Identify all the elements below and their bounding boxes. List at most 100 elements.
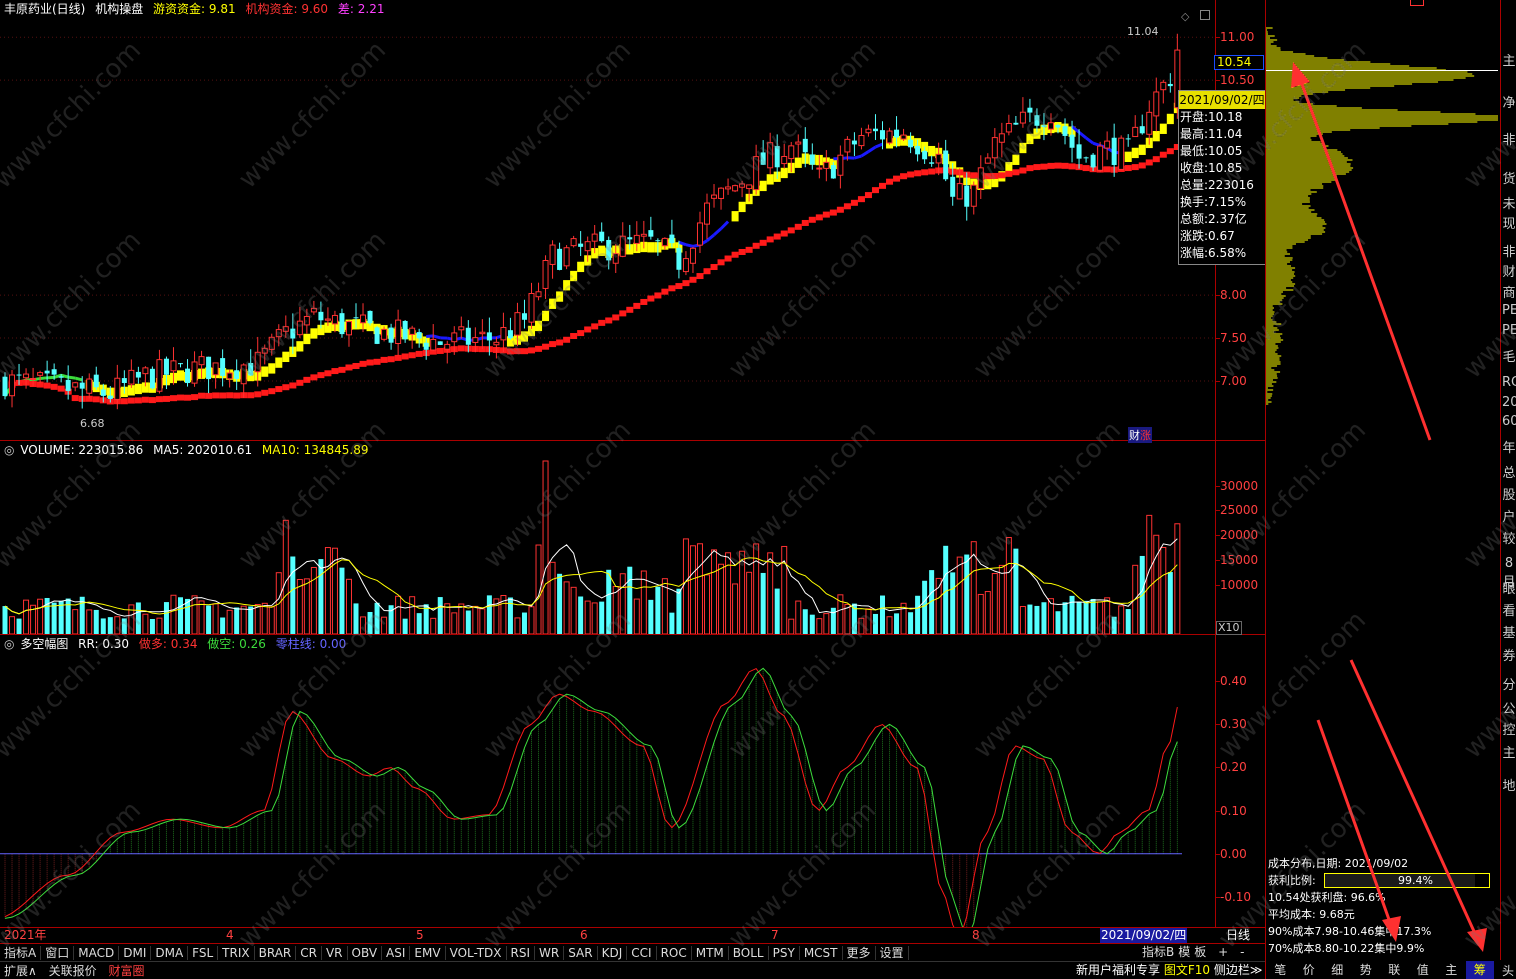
osc-tick-label: 0.00 <box>1220 846 1247 861</box>
indicator-tab[interactable]: BOLL <box>728 946 769 960</box>
price-panel[interactable]: 丰原药业(日线) 机构操盘 游资资金: 9.81 机构资金: 9.60 差: 2… <box>0 0 1265 443</box>
status-related[interactable]: 关联报价 <box>45 964 101 978</box>
indicator-tab[interactable]: 更多 <box>842 946 876 960</box>
indicator-tab[interactable]: VR <box>321 946 348 960</box>
candle-body <box>535 291 542 298</box>
trend-band-step <box>780 167 788 179</box>
price-title: 丰原药业(日线) 机构操盘 游资资金: 9.81 机构资金: 9.60 差: 2… <box>4 2 390 16</box>
indicator-tab[interactable]: OBV <box>347 946 383 960</box>
indicator-tab[interactable]: 窗口 <box>41 946 75 960</box>
inst-line-step <box>1152 156 1160 163</box>
vol-ma10: MA10: 134845.89 <box>261 443 369 457</box>
candle-body <box>655 240 661 242</box>
indicator-tab[interactable]: KDJ <box>597 946 628 960</box>
indicator-tab[interactable]: VOL-TDX <box>445 946 507 960</box>
indicator-tab[interactable]: 指标A <box>0 946 42 960</box>
candle-body <box>240 364 247 385</box>
trend-band-step <box>549 298 557 309</box>
indicator-tab[interactable]: DMI <box>119 946 152 960</box>
indicator-tab[interactable]: PSY <box>768 946 800 960</box>
candle-body <box>599 231 605 242</box>
status-wealth[interactable]: 财富圈 <box>104 964 148 978</box>
osc-chart[interactable] <box>0 651 1215 927</box>
inst-line-step <box>843 203 851 210</box>
template-tab-2[interactable]: 板 <box>1192 945 1208 959</box>
right-tab[interactable]: 值 <box>1409 961 1438 979</box>
volume-bar <box>185 598 191 634</box>
collapse-icon[interactable]: ◎ <box>4 637 14 651</box>
indicator-tab[interactable]: ASI <box>382 946 411 960</box>
indicator-tab[interactable]: RSI <box>506 946 536 960</box>
right-tab[interactable]: 细 <box>1323 961 1352 979</box>
indicator-name: 机构操盘 <box>95 2 144 16</box>
inst-line-step <box>303 376 311 383</box>
indicator-tab[interactable]: 设置 <box>875 946 909 960</box>
candle-body <box>633 234 640 244</box>
trend-band-line <box>67 375 76 380</box>
osc-panel[interactable]: ◎ 多空幅图 RR: 0.30 做多: 0.34 做空: 0.26 零柱线: 0… <box>0 635 1265 928</box>
volume-panel[interactable]: ◎ VOLUME: 223015.86 MA5: 202010.61 MA10:… <box>0 441 1265 635</box>
trend-band-step <box>1159 123 1167 134</box>
indicator-tab[interactable]: CCI <box>627 946 657 960</box>
right-tab[interactable]: 笔 <box>1266 961 1295 979</box>
volume-tick-label: 25000 <box>1220 503 1259 518</box>
indicator-tab[interactable]: MACD <box>74 946 120 960</box>
volume-chart[interactable] <box>0 457 1215 634</box>
volume-title: ◎ VOLUME: 223015.86 MA5: 202010.61 MA10:… <box>4 443 375 457</box>
candle-body <box>760 152 766 165</box>
right-tab[interactable]: 筹 <box>1465 961 1494 979</box>
volume-bar <box>549 561 556 634</box>
template-tab-1[interactable]: 模 <box>1176 945 1192 959</box>
right-tab[interactable]: 价 <box>1295 961 1324 979</box>
indicator-tab[interactable]: WR <box>535 946 565 960</box>
indicator-tab[interactable]: FSL <box>188 946 219 960</box>
inst-line-step <box>289 382 297 389</box>
trend-band-step <box>1019 142 1027 154</box>
candle-body <box>303 315 310 326</box>
indicator-tab[interactable]: EMV <box>410 946 446 960</box>
price-tick-label: 10.50 <box>1220 73 1255 88</box>
status-expand[interactable]: 扩展∧ <box>0 964 41 978</box>
indicator-tab[interactable]: TRIX <box>218 946 255 960</box>
right-tab[interactable]: 联 <box>1380 961 1409 979</box>
candle-body <box>781 155 788 165</box>
candle-body <box>23 373 30 379</box>
volume-bar <box>718 563 725 634</box>
inst-line-step <box>633 302 641 309</box>
indicator-tab[interactable]: SAR <box>564 946 598 960</box>
minus-button[interactable]: - <box>1234 945 1250 959</box>
right-tab[interactable]: 主 <box>1437 961 1466 979</box>
volume-bar <box>65 598 71 634</box>
inst-line-step <box>717 259 725 266</box>
right-tab[interactable]: 势 <box>1352 961 1381 979</box>
sidebar-toggle[interactable]: 侧边栏≫ <box>1214 963 1263 977</box>
indicator-tab[interactable]: ROC <box>656 946 692 960</box>
date-unit[interactable]: 日线 <box>1226 928 1250 943</box>
indicator-tab[interactable]: CR <box>296 946 322 960</box>
collapse-icon[interactable]: ◎ <box>4 443 14 457</box>
volume-bar <box>682 538 689 634</box>
indicator-tab[interactable]: DMA <box>151 946 189 960</box>
indicator-tab[interactable]: MTM <box>691 946 729 960</box>
f10-link[interactable]: 图文F10 <box>1164 963 1210 977</box>
candle-body <box>991 137 998 159</box>
promo-link[interactable]: 新用户福利专享 <box>1076 963 1160 977</box>
right-end-tab[interactable]: 头 <box>1502 962 1514 979</box>
volume-bar <box>472 605 479 634</box>
trend-band-step <box>310 328 318 339</box>
diamond-icon[interactable]: ◇ <box>1181 10 1189 23</box>
restore-icon[interactable] <box>1200 10 1210 20</box>
inst-line-step <box>296 379 304 386</box>
top-right-icon[interactable] <box>1410 0 1424 6</box>
plus-button[interactable]: + <box>1212 945 1234 959</box>
side-label: 20 <box>1502 395 1516 410</box>
indicator-tab[interactable]: BRAR <box>254 946 297 960</box>
trend-band-step <box>303 333 311 345</box>
candle-body <box>142 367 149 375</box>
side-label: 分 <box>1502 678 1516 693</box>
price-chart[interactable] <box>0 18 1215 440</box>
indicator-tab[interactable]: MCST <box>799 946 843 960</box>
inst-line-step <box>1040 163 1048 170</box>
indicator-b-tab[interactable]: 指标B <box>1140 945 1176 959</box>
candle-body <box>107 395 113 399</box>
